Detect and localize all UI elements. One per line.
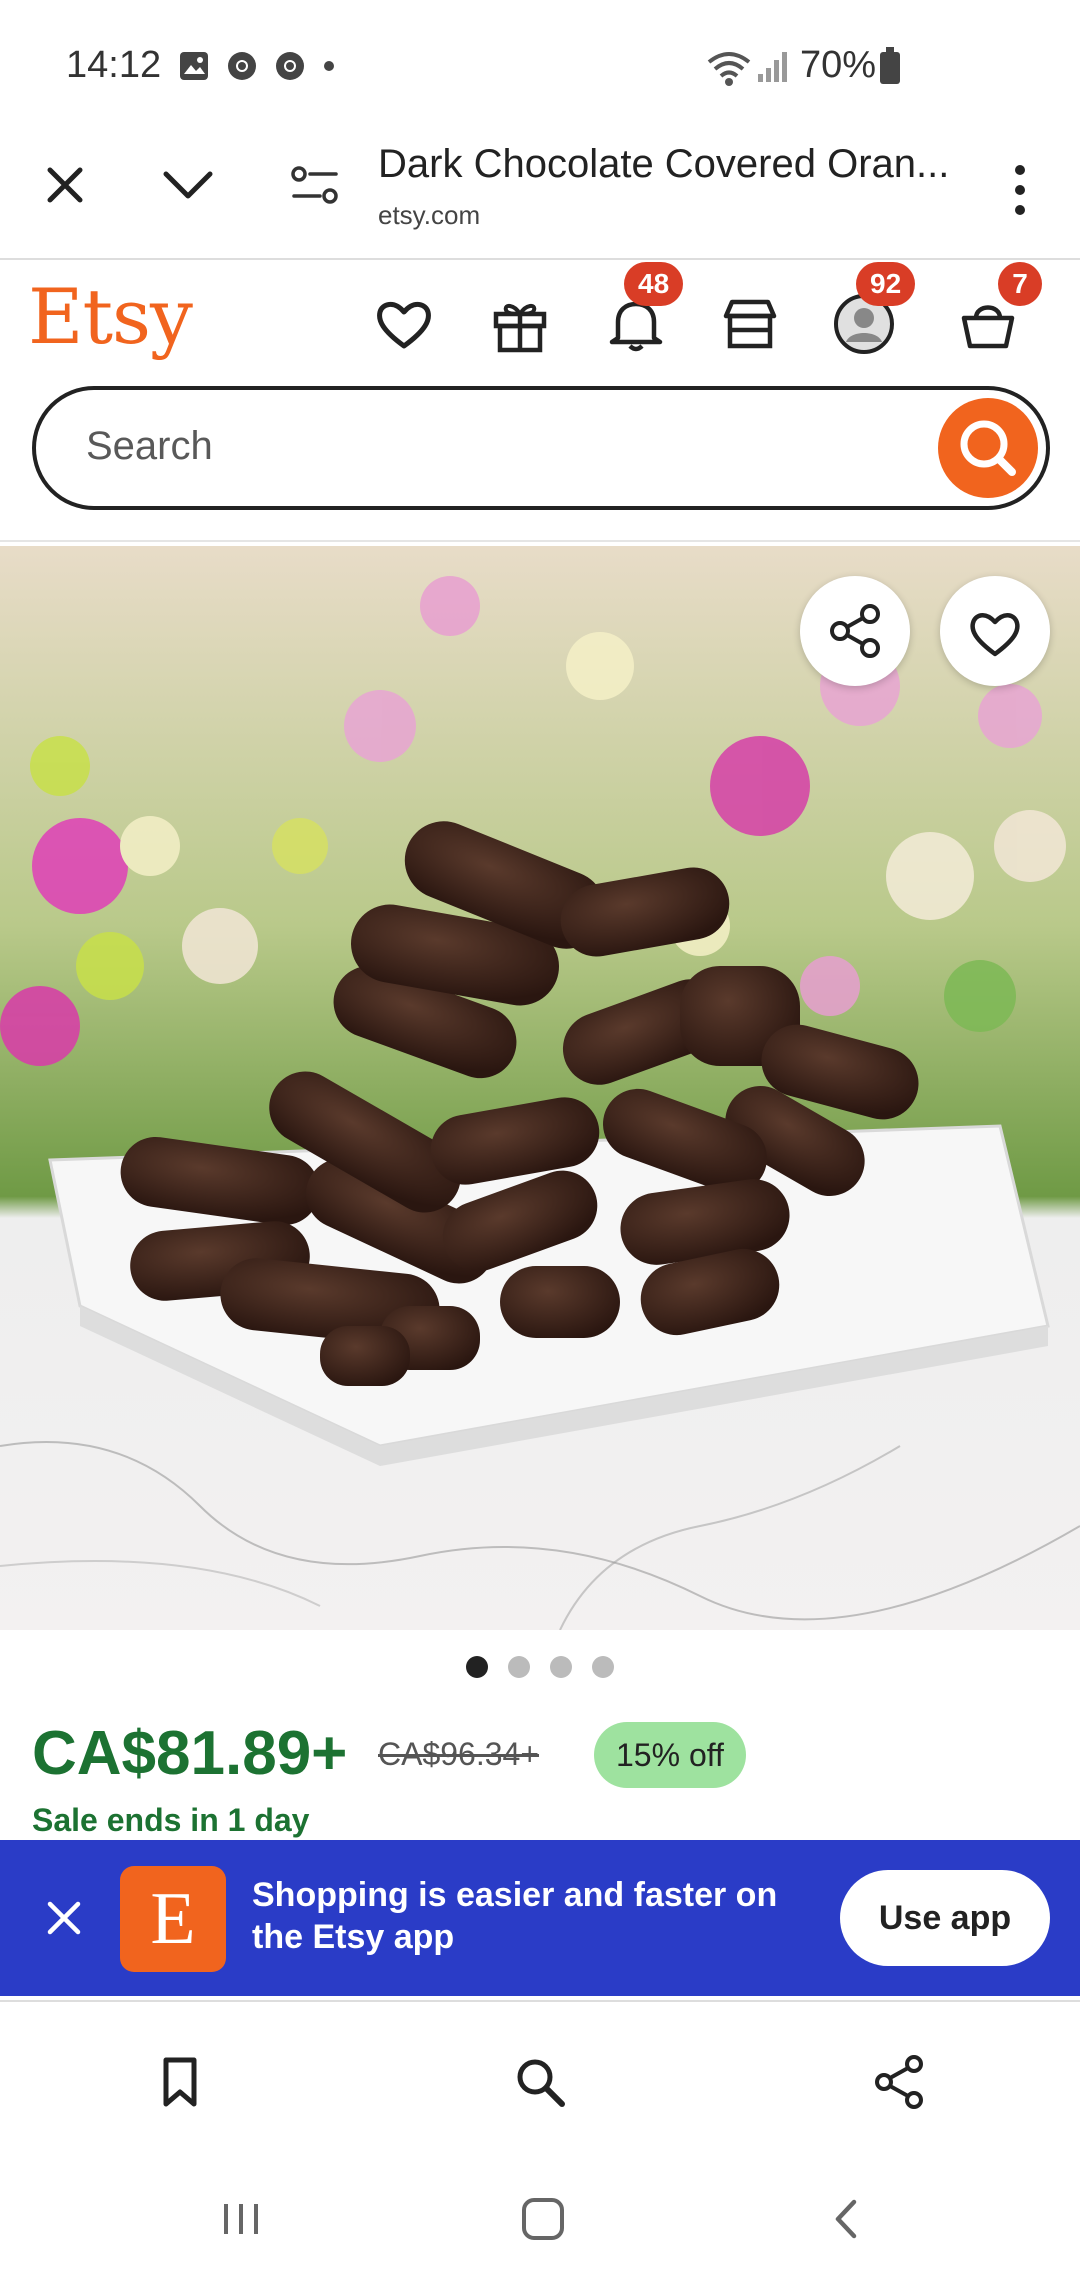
site-header: Etsy 48 92 7 Search: [0, 262, 1080, 542]
share-icon[interactable]: [872, 2054, 928, 2110]
close-tab-icon[interactable]: [40, 160, 90, 210]
search-button[interactable]: [938, 398, 1038, 498]
product-photo: [0, 546, 1080, 1630]
close-banner-icon[interactable]: [42, 1896, 86, 1940]
carousel-dot[interactable]: [508, 1656, 530, 1678]
system-navigation-bar: [0, 2160, 1080, 2280]
heart-icon: [970, 613, 1020, 657]
sale-ends-text: Sale ends in 1 day: [32, 1802, 310, 1838]
banner-message: Shopping is easier and faster on the Ets…: [252, 1876, 778, 1956]
etsy-app-logo: E: [120, 1866, 226, 1972]
page-title[interactable]: Dark Chocolate Covered Oran...: [378, 142, 958, 187]
gift-icon[interactable]: [488, 292, 552, 356]
search-icon[interactable]: [512, 2054, 568, 2110]
signal-icon: [758, 52, 787, 82]
favorites-heart-icon[interactable]: [372, 292, 436, 356]
share-button[interactable]: [800, 576, 910, 686]
carousel-dot[interactable]: [466, 1656, 488, 1678]
gallery-icon: [180, 52, 208, 80]
back-icon[interactable]: [822, 2194, 872, 2244]
original-price: CA$96.34+: [378, 1736, 540, 1772]
status-time: 14:12: [66, 44, 162, 86]
use-app-button[interactable]: Use app: [840, 1870, 1050, 1966]
chrome-icon: [276, 52, 304, 80]
search-input[interactable]: Search: [86, 424, 213, 469]
more-options-icon[interactable]: [1000, 160, 1040, 220]
notifications-badge: 48: [624, 262, 684, 306]
carousel-dot[interactable]: [592, 1656, 614, 1678]
wifi-icon: [707, 52, 751, 86]
shop-manager-icon[interactable]: [718, 292, 782, 356]
favorite-button[interactable]: [940, 576, 1050, 686]
app-install-banner: E Shopping is easier and faster on the E…: [0, 1840, 1080, 1996]
search-bar[interactable]: Search: [32, 386, 1050, 510]
dot-icon: [324, 61, 334, 71]
account-badge: 92: [856, 262, 916, 306]
chevron-down-icon[interactable]: [160, 160, 216, 210]
browser-bottom-bar: [0, 2000, 1080, 2160]
bookmark-icon[interactable]: [152, 2054, 208, 2110]
home-icon[interactable]: [518, 2194, 568, 2244]
chrome-icon: [228, 52, 256, 80]
product-image[interactable]: [0, 546, 1080, 1630]
carousel-dot[interactable]: [550, 1656, 572, 1678]
share-icon: [830, 604, 880, 658]
battery-percent: 70%: [800, 44, 877, 86]
status-bar: 14:12 70%: [0, 0, 1080, 130]
notification-icons: [178, 50, 336, 82]
search-icon: [960, 420, 1016, 476]
carousel-dots[interactable]: [0, 1656, 1080, 1686]
cart-badge: 7: [998, 262, 1042, 306]
recent-apps-icon[interactable]: [216, 2194, 266, 2244]
discount-badge: 15% off: [594, 1722, 746, 1788]
site-settings-icon[interactable]: [290, 164, 340, 208]
product-price: CA$81.89+: [32, 1719, 348, 1788]
page-url[interactable]: etsy.com: [378, 200, 480, 231]
etsy-logo[interactable]: Etsy: [28, 272, 193, 361]
browser-toolbar: Dark Chocolate Covered Oran... etsy.com: [0, 130, 1080, 260]
battery-icon: [880, 47, 900, 84]
